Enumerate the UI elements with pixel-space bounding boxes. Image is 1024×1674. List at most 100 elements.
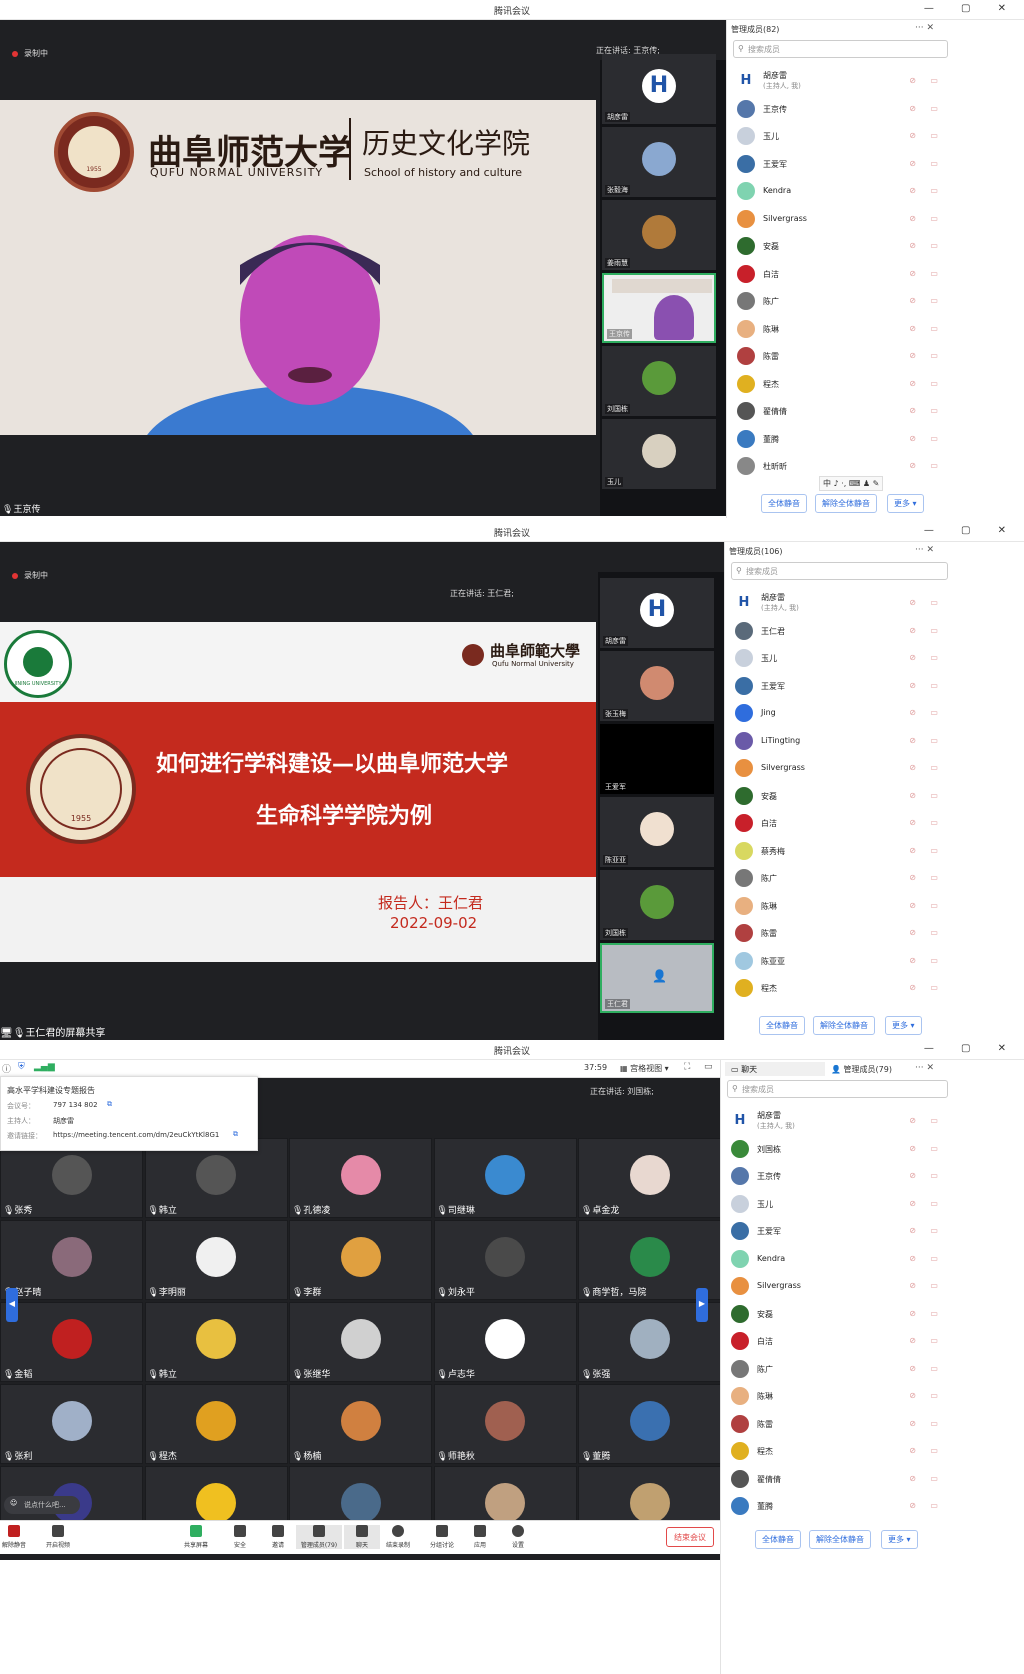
mic-status-icon[interactable]: ⊘ ▭	[909, 873, 944, 882]
video-tile[interactable]: 刘国栋	[600, 870, 714, 940]
video-tile[interactable]: 王爱军	[600, 724, 714, 794]
video-tile-active[interactable]: 👤 王仁君	[600, 943, 714, 1013]
mic-status-icon[interactable]: ⊘ ▭	[909, 1281, 944, 1290]
mic-status-icon[interactable]: ⊘ ▭	[909, 983, 944, 992]
participant-tile[interactable]: 🎙金韬	[0, 1302, 143, 1382]
mic-status-icon[interactable]: ⊘ ▭	[909, 214, 944, 223]
panel-menu-icon[interactable]: ··· ✕	[915, 1063, 934, 1073]
page-next-button[interactable]: ▶	[696, 1288, 708, 1322]
layout-icon[interactable]: ▭	[704, 1062, 713, 1072]
mic-status-icon[interactable]: ⊘ ▭	[909, 1501, 944, 1510]
participant-tile[interactable]: 🎙赵子晴	[0, 1220, 143, 1300]
member-row[interactable]: 安磊 ⊘ ▭	[731, 1301, 948, 1328]
more-button[interactable]: 更多 ▾	[887, 494, 924, 513]
member-row[interactable]: 王爱军 ⊘ ▭	[735, 673, 948, 700]
mic-status-icon[interactable]: ⊘ ▭	[909, 901, 944, 910]
more-button[interactable]: 更多 ▾	[881, 1530, 918, 1549]
search-input[interactable]: ⚲ 搜索成员	[731, 562, 948, 580]
info-icon[interactable]: ⓘ	[2, 1062, 11, 1075]
member-row[interactable]: 陈广 ⊘ ▭	[737, 288, 948, 315]
participant-tile[interactable]: 🎙杨楠	[289, 1384, 432, 1464]
share-screen-button[interactable]: 共享屏幕	[178, 1525, 214, 1549]
mic-status-icon[interactable]: ⊘ ▭	[909, 241, 944, 250]
participant-tile[interactable]: 🎙师艳秋	[433, 1384, 577, 1464]
member-row[interactable]: 陈琳 ⊘ ▭	[737, 316, 948, 343]
member-row[interactable]: 玉儿 ⊘ ▭	[731, 1191, 948, 1218]
mute-all-button[interactable]: 全体静音	[759, 1016, 805, 1035]
member-row[interactable]: 陈雷 ⊘ ▭	[731, 1411, 948, 1438]
member-row[interactable]: 王爱军 ⊘ ▭	[731, 1218, 948, 1245]
member-row[interactable]: H 胡彦雷 (主持人, 我) ⊘ ▭	[735, 590, 948, 617]
mute-all-button[interactable]: 全体静音	[755, 1530, 801, 1549]
member-row[interactable]: LiTingting ⊘ ▭	[735, 728, 948, 755]
panel-menu-icon[interactable]: ··· ✕	[915, 23, 934, 33]
member-row[interactable]: 王爱军 ⊘ ▭	[737, 151, 948, 178]
video-tile[interactable]: 姜雨慧	[602, 200, 716, 270]
chat-button[interactable]: 聊天	[344, 1525, 380, 1549]
mic-status-icon[interactable]: ⊘ ▭	[909, 131, 944, 140]
tab-chat[interactable]: ▭ 聊天	[725, 1062, 825, 1076]
mic-status-icon[interactable]: ⊘ ▭	[909, 1309, 944, 1318]
mic-status-icon[interactable]: ⊘ ▭	[909, 406, 944, 415]
member-row[interactable]: 玉儿 ⊘ ▭	[735, 645, 948, 672]
fullscreen-icon[interactable]: ⛶	[684, 1062, 690, 1072]
mic-status-icon[interactable]: ⊘ ▭	[909, 1419, 944, 1428]
mic-status-icon[interactable]: ⊘ ▭	[909, 159, 944, 168]
mic-status-icon[interactable]: ⊘ ▭	[909, 186, 944, 195]
member-row[interactable]: H 胡彦雷 (主持人, 我) ⊘ ▭	[731, 1108, 948, 1135]
member-row[interactable]: 翟倩倩 ⊘ ▭	[731, 1466, 948, 1493]
mic-status-icon[interactable]: ⊘ ▭	[909, 598, 944, 607]
mic-status-icon[interactable]: ⊘ ▭	[909, 791, 944, 800]
member-row[interactable]: 程杰 ⊘ ▭	[735, 975, 948, 1002]
video-tile[interactable]: 张毅海	[602, 127, 716, 197]
tab-members[interactable]: 👤 管理成员(79)	[831, 1064, 892, 1075]
member-row[interactable]: 王京传 ⊘ ▭	[731, 1163, 948, 1190]
search-input[interactable]: ⚲ 搜索成员	[727, 1080, 948, 1098]
member-row[interactable]: 陈亚亚 ⊘ ▭	[735, 948, 948, 975]
window-controls[interactable]: — ▢ ✕	[924, 3, 1018, 14]
member-row[interactable]: 陈雷 ⊘ ▭	[737, 343, 948, 370]
member-row[interactable]: 刘国栋 ⊘ ▭	[731, 1136, 948, 1163]
breakout-button[interactable]: 分组讨论	[424, 1525, 460, 1549]
mute-all-button[interactable]: 全体静音	[761, 494, 807, 513]
participant-tile[interactable]: 🎙司继琳	[433, 1138, 577, 1218]
member-row[interactable]: 白洁 ⊘ ▭	[737, 261, 948, 288]
member-row[interactable]: H 胡彦雷 (主持人, 我) ⊘ ▭	[737, 68, 948, 95]
mic-status-icon[interactable]: ⊘ ▭	[909, 1336, 944, 1345]
unmute-button[interactable]: 解除静音	[0, 1525, 32, 1549]
member-row[interactable]: Silvergrass ⊘ ▭	[737, 206, 948, 233]
participant-tile[interactable]: 🎙程杰	[144, 1384, 288, 1464]
video-tile[interactable]: 陈亚亚	[600, 797, 714, 867]
unmute-all-button[interactable]: 解除全体静音	[809, 1530, 871, 1549]
mic-status-icon[interactable]: ⊘ ▭	[909, 351, 944, 360]
member-row[interactable]: 董腾 ⊘ ▭	[731, 1493, 948, 1520]
member-row[interactable]: 陈广 ⊘ ▭	[731, 1356, 948, 1383]
mic-status-icon[interactable]: ⊘ ▭	[909, 1171, 944, 1180]
participant-tile[interactable]: 🎙张利	[0, 1384, 143, 1464]
member-row[interactable]: 陈琳 ⊘ ▭	[735, 893, 948, 920]
participant-tile[interactable]: 🎙刘永平	[433, 1220, 577, 1300]
member-row[interactable]: Kendra ⊘ ▭	[731, 1246, 948, 1273]
video-tile[interactable]: 玉儿	[602, 419, 716, 489]
mic-status-icon[interactable]: ⊘ ▭	[909, 1446, 944, 1455]
mic-status-icon[interactable]: ⊘ ▭	[909, 626, 944, 635]
mic-status-icon[interactable]: ⊘ ▭	[909, 461, 944, 470]
end-meeting-button[interactable]: 结束会议	[666, 1527, 714, 1547]
mic-status-icon[interactable]: ⊘ ▭	[909, 1199, 944, 1208]
panel-menu-icon[interactable]: ··· ✕	[915, 545, 934, 555]
view-mode-dropdown[interactable]: ▦ 宫格视图 ▾	[620, 1063, 669, 1074]
member-row[interactable]: 陈广 ⊘ ▭	[735, 865, 948, 892]
search-input[interactable]: ⚲ 搜索成员	[733, 40, 948, 58]
shield-icon[interactable]: ⛨	[18, 1062, 25, 1072]
video-tile[interactable]: 刘国栋	[602, 346, 716, 416]
copy-icon[interactable]: ⧉	[107, 1100, 112, 1109]
mic-status-icon[interactable]: ⊘ ▭	[909, 846, 944, 855]
mic-status-icon[interactable]: ⊘ ▭	[909, 104, 944, 113]
settings-button[interactable]: 设置	[500, 1525, 536, 1549]
security-button[interactable]: 安全	[222, 1525, 258, 1549]
mic-status-icon[interactable]: ⊘ ▭	[909, 928, 944, 937]
video-button[interactable]: 开启视频	[40, 1525, 76, 1549]
member-row[interactable]: 程杰 ⊘ ▭	[737, 371, 948, 398]
member-row[interactable]: Silvergrass ⊘ ▭	[731, 1273, 948, 1300]
manage-members-button[interactable]: 管理成员(79)	[296, 1525, 342, 1549]
